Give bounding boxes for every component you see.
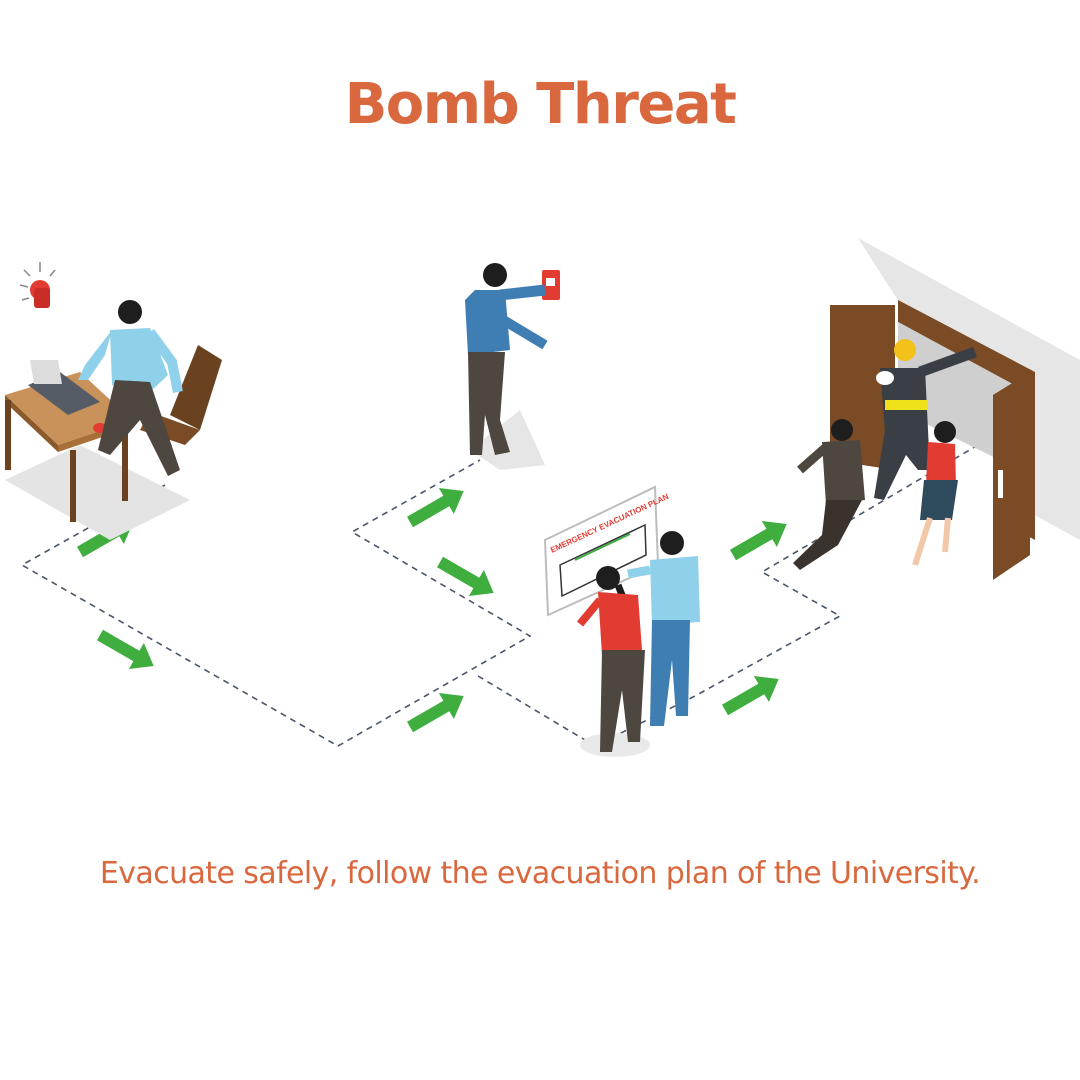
arrow-icon bbox=[432, 549, 502, 606]
caption-text: Evacuate safely, follow the evacuation p… bbox=[99, 856, 981, 891]
office-desk-scene bbox=[5, 262, 222, 540]
alarm-bell-icon bbox=[19, 262, 56, 308]
arrow-icon bbox=[402, 478, 472, 535]
evacuation-plan-scene: EMERGENCY EVACUATION PLAN bbox=[543, 485, 700, 757]
arrow-icon bbox=[402, 683, 472, 740]
arrow-icon bbox=[717, 666, 787, 723]
exit-door-scene bbox=[793, 238, 1080, 580]
evacuation-illustration: EMERGENCY EVACUATION PLAN bbox=[5, 238, 1080, 757]
person-pulling-alarm bbox=[465, 263, 560, 470]
arrow-icon bbox=[92, 622, 162, 679]
